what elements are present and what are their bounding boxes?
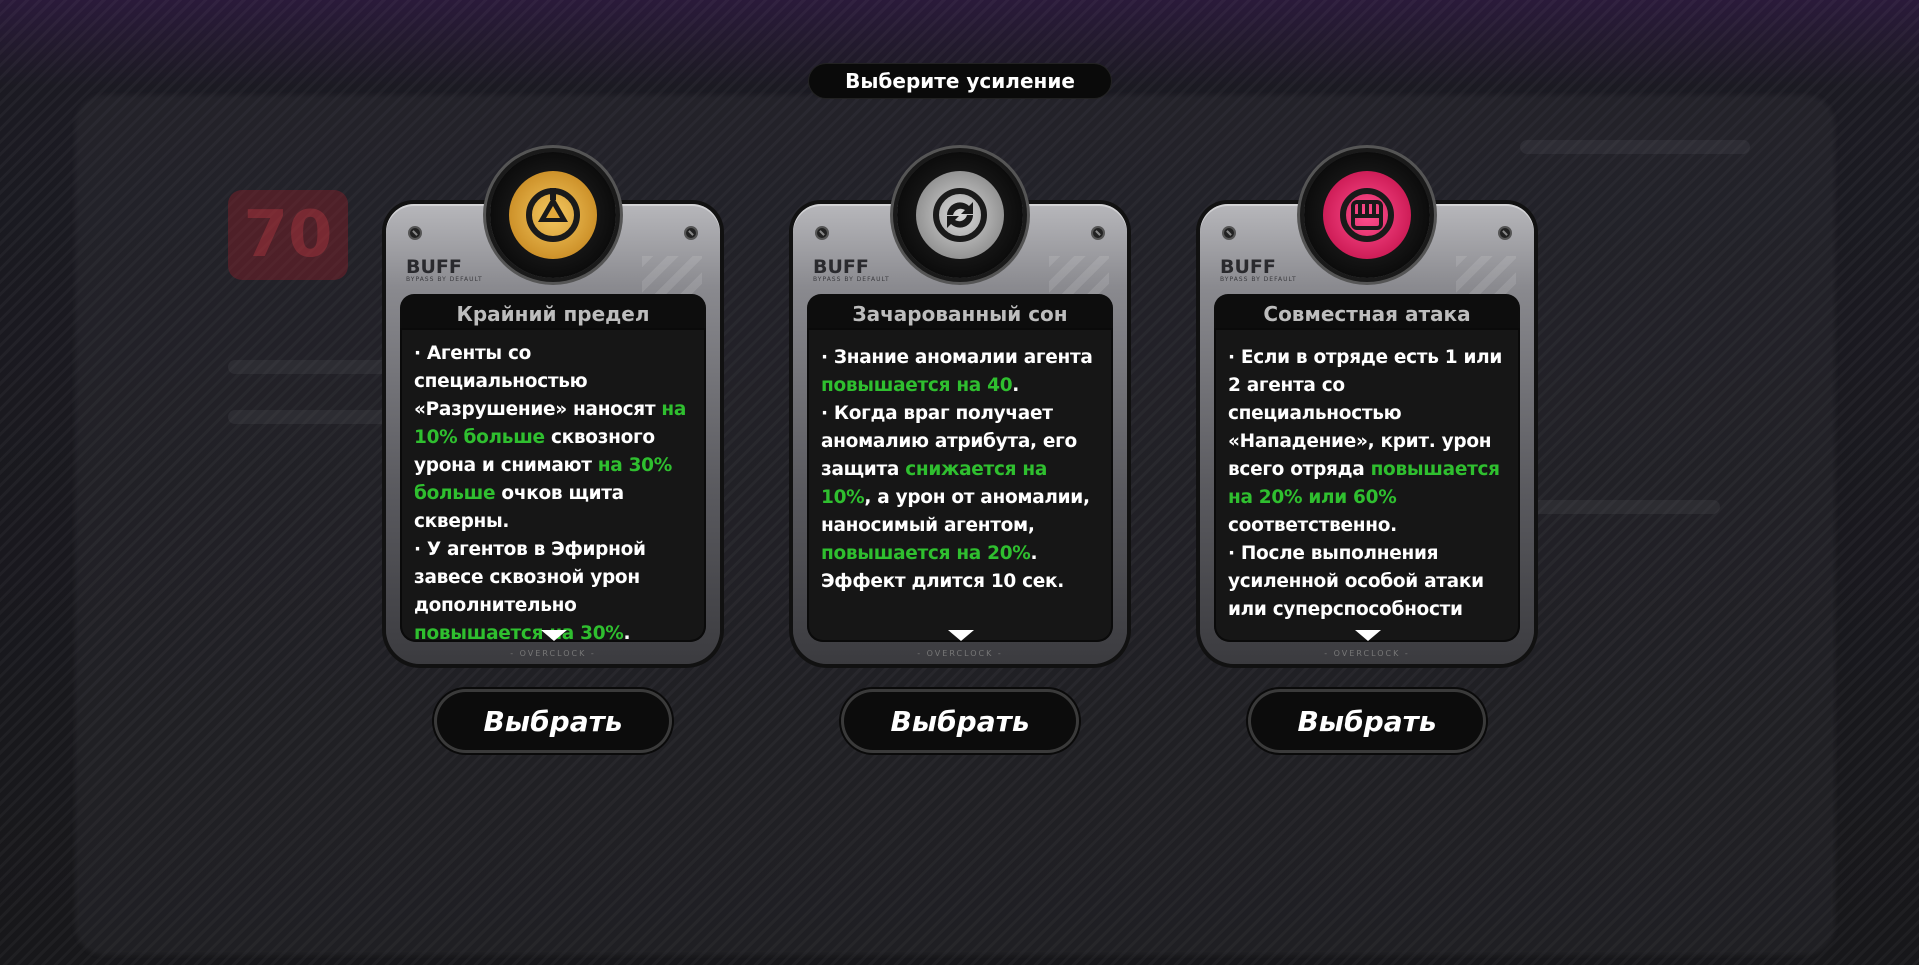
select-button[interactable]: Выбрать <box>437 692 669 750</box>
description-text: · Агенты со специальностью «Разрушение» … <box>400 328 706 642</box>
desc-segment: · Знание аномалии агента <box>821 347 1093 368</box>
buff-card[interactable]: BUFF BYPASS BY DEFAULT Зачарованный сон … <box>793 152 1127 667</box>
desc-segment: . <box>1012 375 1020 396</box>
select-button[interactable]: Выбрать <box>1251 692 1483 750</box>
screw-icon <box>1222 226 1236 240</box>
background-decor <box>1520 500 1720 514</box>
background-decor <box>1520 140 1750 154</box>
scroll-down-icon[interactable] <box>541 630 567 641</box>
highlight-text: повышается на 30% <box>414 623 624 642</box>
select-button[interactable]: Выбрать <box>844 692 1076 750</box>
highlight-text: повышается на 20% <box>821 543 1031 564</box>
buff-tag: BUFF <box>406 256 462 278</box>
emblem-frame <box>490 152 616 278</box>
card-description[interactable]: · Агенты со специальностью «Разрушение» … <box>400 328 706 642</box>
desc-segment: · У агентов в Эфирной завесе сквозной ур… <box>414 539 646 616</box>
emblem-frame <box>897 152 1023 278</box>
card-description[interactable]: · Если в отряде есть 1 или 2 агента со с… <box>1214 328 1520 642</box>
screw-icon <box>408 226 422 240</box>
screw-icon <box>815 226 829 240</box>
chevron-decor <box>1456 256 1516 296</box>
card-footer: - OVERCLOCK - <box>510 649 596 658</box>
buff-tag-sub: BYPASS BY DEFAULT <box>406 276 483 283</box>
screw-icon <box>1498 226 1512 240</box>
emblem-frame <box>1304 152 1430 278</box>
buff-tag: BUFF <box>1220 256 1276 278</box>
background-level-badge: 70 <box>228 190 348 280</box>
chevron-decor <box>1049 256 1109 296</box>
buff-card[interactable]: BUFF BYPASS BY DEFAULT Крайний предел · … <box>386 152 720 667</box>
fist-emblem-icon <box>1323 171 1411 259</box>
screw-icon <box>1091 226 1105 240</box>
desc-segment: · После выполнения усиленной особой атак… <box>1228 543 1484 620</box>
screw-icon <box>684 226 698 240</box>
buff-tag: BUFF <box>813 256 869 278</box>
scroll-down-icon[interactable] <box>948 630 974 641</box>
card-footer: - OVERCLOCK - <box>917 649 1003 658</box>
card-footer: - OVERCLOCK - <box>1324 649 1410 658</box>
buff-tag-sub: BYPASS BY DEFAULT <box>1220 276 1297 283</box>
desc-segment: · Агенты со специальностью «Разрушение» … <box>414 343 662 420</box>
description-text: · Знание аномалии агента повышается на 4… <box>807 328 1113 596</box>
buff-emblem-icon <box>509 171 597 259</box>
desc-segment: . <box>623 623 631 642</box>
card-description[interactable]: · Знание аномалии агента повышается на 4… <box>807 328 1113 642</box>
cycle-emblem-icon <box>916 171 1004 259</box>
buff-card[interactable]: BUFF BYPASS BY DEFAULT Совместная атака … <box>1200 152 1534 667</box>
background-decor <box>228 410 388 424</box>
chevron-decor <box>642 256 702 296</box>
description-text: · Если в отряде есть 1 или 2 агента со с… <box>1214 328 1520 624</box>
buff-tag-sub: BYPASS BY DEFAULT <box>813 276 890 283</box>
page-title: Выберите усиление <box>809 64 1111 98</box>
desc-segment: соответственно. <box>1228 515 1397 536</box>
highlight-text: повышается на 40 <box>821 375 1013 396</box>
scroll-down-icon[interactable] <box>1355 630 1381 641</box>
